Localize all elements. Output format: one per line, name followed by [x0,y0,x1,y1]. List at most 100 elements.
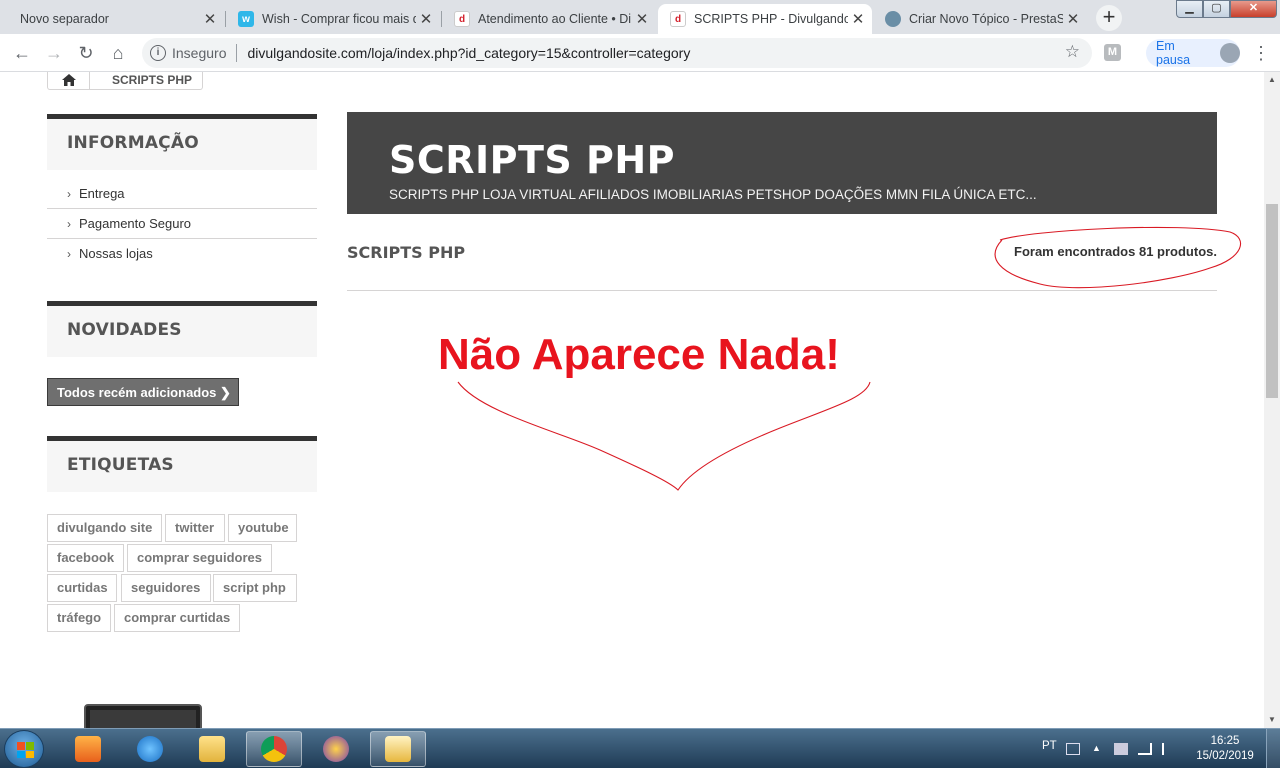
tab-title: SCRIPTS PHP - Divulgando S [694,12,848,26]
media-player-icon[interactable] [60,731,116,767]
new-products-block-title: NOVIDADES [47,301,317,357]
page-viewport: SCRIPTS PHP INFORMAÇÃO › Entrega › Pagamen… [0,72,1264,728]
windows-logo-icon [17,742,34,758]
chevron-up-icon[interactable]: ▲ [1092,743,1106,755]
list-item[interactable]: › Entrega [47,179,317,209]
browser-toolbar: ← → ↻ ⌂ i Inseguro divulgandosite.com/lo… [0,34,1280,72]
extension-icon[interactable]: M [1104,44,1121,61]
back-icon[interactable]: ← [10,41,34,65]
chevron-right-icon: ❯ [220,385,231,400]
window-controls: ▁ ▢ ✕ [1176,0,1277,20]
more-vert-icon[interactable]: ⋮ [1252,43,1270,63]
information-block-title: INFORMAÇÃO [47,114,317,170]
avatar [1220,43,1240,63]
information-list: › Entrega › Pagamento Seguro › Nossas lojas [47,179,317,269]
chevron-right-icon: › [67,217,71,231]
clock-time: 16:25 [1210,735,1240,747]
list-item[interactable]: › Nossas lojas [47,239,317,269]
show-desktop-button[interactable] [1266,729,1280,768]
list-item-label[interactable]: Nossas lojas [79,246,153,261]
chevron-right-icon: › [67,187,71,201]
list-item[interactable]: › Pagamento Seguro [47,209,317,239]
keyboard-icon[interactable] [1066,743,1080,755]
tag-link[interactable]: seguidores [121,574,211,602]
close-icon[interactable]: ✕ [848,10,868,28]
close-icon[interactable]: ✕ [632,10,652,28]
tag-link[interactable]: youtube [228,514,297,542]
wish-favicon-icon: w [238,11,254,27]
tag-link[interactable]: script php [213,574,297,602]
tab-scripts-php[interactable]: d SCRIPTS PHP - Divulgando S ✕ [658,4,872,34]
home-icon[interactable]: ⌂ [106,41,130,65]
tab-wish[interactable]: w Wish - Comprar ficou mais d ✕ [226,4,440,34]
tag-link[interactable]: divulgando site [47,514,162,542]
vertical-scrollbar[interactable]: ▲ ▼ [1264,72,1280,728]
annotation-arrow [457,381,871,491]
product-count: Foram encontrados 81 produtos. [1014,244,1217,259]
category-banner: SCRIPTS PHP SCRIPTS PHP LOJA VIRTUAL AFI… [347,112,1217,214]
breadcrumb-current: SCRIPTS PHP [112,72,193,87]
address-bar[interactable]: i Inseguro divulgandosite.com/loja/index… [142,38,1092,68]
all-new-products-button[interactable]: Todos recém adicionados ❯ [47,378,239,406]
forward-icon[interactable]: → [42,41,66,65]
tag-link[interactable]: curtidas [47,574,117,602]
file-explorer-icon[interactable] [184,731,240,767]
new-tab-button[interactable]: + [1096,5,1122,31]
scrollbar-thumb[interactable] [1266,204,1278,398]
tag-link[interactable]: facebook [47,544,124,572]
volume-muted-icon[interactable] [1114,743,1128,755]
tab-title: Atendimento ao Cliente • Di [478,12,632,26]
internet-explorer-icon[interactable] [122,731,178,767]
tab-title: Novo separador [20,12,109,26]
network-icon[interactable] [1138,743,1152,755]
scroll-down-icon[interactable]: ▼ [1264,712,1280,728]
tag-link[interactable]: comprar curtidas [114,604,240,632]
language-indicator[interactable]: PT [1042,740,1057,768]
tab-title: Wish - Comprar ficou mais d [262,12,416,26]
tab-strip: Novo separador ✕ w Wish - Comprar ficou … [0,0,1280,34]
category-heading: SCRIPTS PHP [347,243,466,262]
tab-novo-separador[interactable]: Novo separador ✕ [8,4,224,34]
close-icon[interactable]: ✕ [1063,10,1083,28]
taskbar: PT ▲ 16:25 15/02/2019 [0,728,1280,768]
prestashop-favicon-icon [885,11,901,27]
outlook-icon[interactable] [370,731,426,767]
tags-block-title: ETIQUETAS [47,436,317,492]
maximize-icon[interactable]: ▢ [1203,0,1230,18]
minimize-icon[interactable]: ▁ [1176,0,1203,18]
tag-link[interactable]: comprar seguidores [127,544,272,572]
tag-link[interactable]: tráfego [47,604,111,632]
close-icon[interactable]: ✕ [200,10,220,28]
tab-title: Criar Novo Tópico - PrestaSh [909,12,1063,26]
reload-icon[interactable]: ↻ [74,41,98,65]
tab-atendimento[interactable]: d Atendimento ao Cliente • Di ✕ [442,4,656,34]
clock-date: 15/02/2019 [1196,750,1254,762]
divider [236,44,238,62]
browser-shield-icon[interactable] [308,731,364,767]
profile-status: Em pausa [1156,39,1191,67]
profile-button[interactable]: Em pausa [1146,39,1240,67]
chrome-icon[interactable] [246,731,302,767]
site-favicon-icon: d [454,11,470,27]
start-button[interactable] [4,730,44,768]
breadcrumb: SCRIPTS PHP [47,72,203,90]
close-window-icon[interactable]: ✕ [1230,0,1277,18]
category-banner-description: SCRIPTS PHP LOJA VIRTUAL AFILIADOS IMOBI… [389,187,1037,202]
tag-link[interactable]: twitter [165,514,225,542]
product-thumbnail[interactable] [84,704,202,728]
annotation-text: Não Aparece Nada! [438,330,840,379]
security-label: Inseguro [172,45,227,61]
close-icon[interactable]: ✕ [416,10,436,28]
home-icon[interactable] [48,72,90,89]
star-icon[interactable]: ☆ [1065,42,1080,62]
tab-criar-topico[interactable]: Criar Novo Tópico - PrestaSh ✕ [873,4,1087,34]
list-item-label[interactable]: Pagamento Seguro [79,216,191,231]
action-center-flag-icon[interactable] [1162,743,1176,755]
scroll-up-icon[interactable]: ▲ [1264,72,1280,88]
chevron-right-icon: › [67,247,71,261]
url-text[interactable]: divulgandosite.com/loja/index.php?id_cat… [247,45,690,61]
info-icon[interactable]: i [150,45,166,61]
system-clock[interactable]: 16:25 15/02/2019 [1194,734,1256,764]
list-item-label[interactable]: Entrega [79,186,125,201]
category-banner-title: SCRIPTS PHP [389,138,676,182]
